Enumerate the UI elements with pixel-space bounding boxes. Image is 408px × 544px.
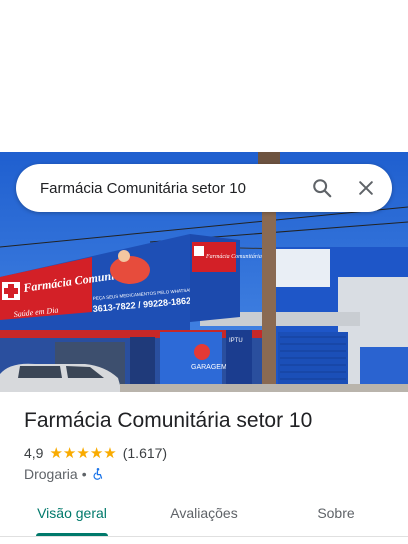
place-title: Farmácia Comunitária setor 10 xyxy=(24,409,313,432)
tab-bar: Visão geral Avaliações Sobre xyxy=(0,496,408,536)
star-icon: ★ xyxy=(89,444,104,462)
search-bar xyxy=(16,164,392,212)
tab-reviews[interactable]: Avaliações xyxy=(154,496,254,536)
place-category: Drogaria xyxy=(24,466,78,482)
star-icon: ★ xyxy=(62,444,77,462)
close-icon xyxy=(359,181,373,195)
tab-divider xyxy=(0,536,408,537)
door-label: GARAGEM xyxy=(191,364,227,371)
review-count: (1.617) xyxy=(122,445,168,461)
star-icon: ★ xyxy=(76,444,90,462)
sign-brand-right: Farmácia Comunitária xyxy=(205,254,262,260)
wheelchair-accessible-icon xyxy=(93,468,102,480)
search-icon xyxy=(313,179,332,198)
clear-button[interactable] xyxy=(348,170,384,206)
search-input[interactable] xyxy=(40,179,296,197)
blank-header-area xyxy=(0,0,408,152)
separator-dot: • xyxy=(81,466,87,482)
tab-about[interactable]: Sobre xyxy=(286,496,386,536)
rating-row[interactable]: 4,9 ★ ★ ★ ★ ★ (1.617) xyxy=(24,444,167,462)
rating-value: 4,9 xyxy=(24,445,44,461)
category-row: Drogaria • xyxy=(24,465,105,483)
poster-text: IPTU xyxy=(229,338,243,344)
star-rating: ★ ★ ★ ★ ★ xyxy=(49,446,116,461)
tab-overview[interactable]: Visão geral xyxy=(22,496,122,536)
search-button[interactable] xyxy=(304,170,340,206)
star-icon: ★ xyxy=(49,444,63,462)
star-icon: ★ xyxy=(103,444,117,462)
